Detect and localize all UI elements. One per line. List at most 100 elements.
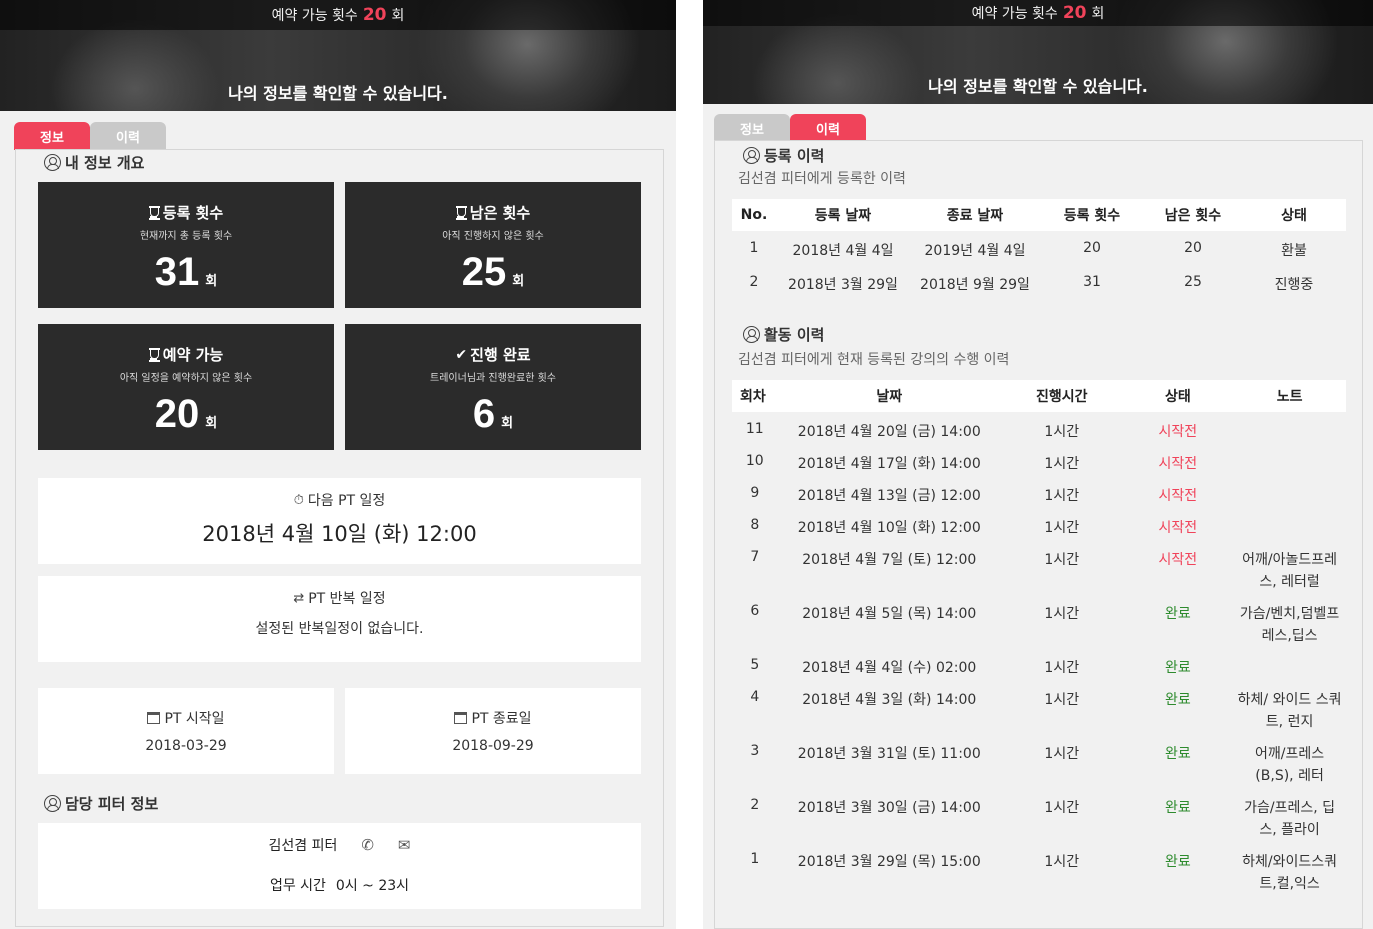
cell-date: 2018년 4월 10일 (화) 12:00: [797, 520, 981, 536]
tab-info[interactable]: 정보: [14, 122, 90, 150]
activity-title: 활동 이력: [743, 324, 824, 345]
col-header: 등록 횟수: [1063, 208, 1121, 224]
cell-date: 2018년 4월 5일 (목) 14:00: [802, 606, 977, 622]
cell-date: 2018년 3월 30일 (금) 14:00: [797, 800, 981, 816]
col-header: 상태: [1164, 389, 1191, 405]
table-row: 4 2018년 4월 3일 (화) 14:00 1시간 완료 하체/ 와이드 스쿼트, …: [732, 680, 1346, 734]
stat-title: 남은 횟수: [469, 204, 531, 222]
hero-subtitle: 나의 정보를 확인할 수 있습니다.: [928, 77, 1148, 96]
cell: 20: [1083, 240, 1101, 256]
history-content: 등록 이력 김선겸 피터에게 등록한 이력 No. 등록 날짜 종료 날짜 등록…: [714, 140, 1363, 929]
cell-no: 8: [750, 517, 760, 533]
check-icon: ✔: [455, 346, 468, 363]
stat-unit: 회: [205, 416, 218, 431]
cell-duration: 1시간: [1044, 456, 1080, 472]
hero-banner: 예약 가능 횟수 20 회 나의 정보를 확인할 수 있습니다.: [0, 0, 676, 111]
table-row: 1 2018년 4월 4일 2019년 4월 4일 20 20 환불: [732, 231, 1346, 265]
cell-note: 어깨/프레스(B,S), 레터: [1255, 746, 1325, 784]
work-hours-label: 업무 시간: [269, 878, 326, 894]
cell: 2019년 4월 4일: [924, 243, 1026, 259]
hero-banner: 예약 가능 횟수 20 회 나의 정보를 확인할 수 있습니다.: [703, 0, 1373, 104]
table-row: 10 2018년 4월 17일 (화) 14:00 1시간 시작전: [732, 444, 1346, 476]
col-header: 등록 날짜: [814, 208, 872, 224]
stat-unit: 회: [501, 416, 514, 431]
table-row: 11 2018년 4월 20일 (금) 14:00 1시간 시작전: [732, 412, 1346, 444]
cell-no: 2: [750, 797, 760, 813]
stat-remaining: 남은 횟수 아직 진행하지 않은 횟수 25 회: [345, 182, 641, 308]
col-header: No.: [740, 207, 768, 223]
registration-title-text: 등록 이력: [764, 147, 825, 165]
registration-desc: 김선겸 피터에게 등록한 이력: [738, 171, 906, 187]
registration-title: 등록 이력: [743, 145, 824, 166]
cell-duration: 1시간: [1044, 746, 1080, 762]
available-count-bar: 예약 가능 횟수 20 회: [0, 0, 676, 30]
hourglass-icon: [148, 347, 160, 362]
cell-duration: 1시간: [1044, 520, 1080, 536]
pt-end-label: PT 종료일: [471, 711, 532, 727]
stat-unit: 회: [512, 274, 525, 289]
cell-status: 완료: [1164, 800, 1191, 816]
stat-title: 예약 가능: [162, 346, 224, 364]
tab-history[interactable]: 이력: [90, 122, 166, 150]
user-circle-icon: [743, 147, 760, 164]
stat-title: 등록 횟수: [162, 204, 224, 222]
cell-note: [1233, 476, 1346, 508]
cell-no: 10: [745, 453, 764, 469]
tab-bar: 정보 이력: [14, 122, 166, 150]
stat-desc: 아직 일정을 예약하지 않은 횟수: [119, 373, 253, 384]
stat-registered: 등록 횟수 현재까지 총 등록 횟수 31 회: [38, 182, 334, 308]
available-label: 예약 가능 횟수: [271, 8, 358, 24]
cell: 환불: [1281, 243, 1307, 259]
cell-status: 시작전: [1158, 520, 1198, 536]
activity-desc: 김선겸 피터에게 현재 등록된 강의의 수행 이력: [738, 352, 1010, 368]
cell: 진행중: [1274, 277, 1314, 293]
pt-end-value: 2018-09-29: [452, 738, 534, 754]
cell-note: 하체/와이드스쿼트,컬,익스: [1242, 854, 1338, 892]
user-circle-icon: [44, 154, 61, 171]
tab-info[interactable]: 정보: [714, 114, 790, 142]
available-count: 20: [1062, 3, 1087, 23]
stat-unit: 회: [205, 274, 218, 289]
stat-desc: 아직 진행하지 않은 횟수: [442, 231, 544, 242]
trainer-title-text: 담당 피터 정보: [65, 795, 159, 813]
repeat-pt-card: ⇄ PT 반복 일정 설정된 반복일정이 없습니다.: [38, 576, 641, 662]
available-unit: 회: [391, 8, 405, 24]
cell-note: 가슴/프레스, 딥스, 플라이: [1244, 800, 1336, 838]
cell-date: 2018년 4월 13일 (금) 12:00: [797, 488, 981, 504]
trainer-title: 담당 피터 정보: [44, 793, 158, 814]
col-header: 회차: [740, 389, 766, 405]
table-row: 2 2018년 3월 30일 (금) 14:00 1시간 완료 가슴/프레스, 딥스, …: [732, 788, 1346, 842]
cell-note: 가슴/벤치,덤벨프레스,딥스: [1239, 606, 1340, 644]
cell-date: 2018년 3월 31일 (토) 11:00: [797, 746, 981, 762]
cell-status: 시작전: [1158, 424, 1198, 440]
stat-completed: ✔ 진행 완료 트레이너님과 진행완료한 횟수 6회: [345, 324, 641, 450]
cell-date: 2018년 4월 3일 (화) 14:00: [802, 692, 977, 708]
pt-end-card: PT 종료일 2018-09-29: [345, 688, 641, 774]
registration-header-row: No. 등록 날짜 종료 날짜 등록 횟수 남은 횟수 상태: [732, 199, 1346, 231]
tab-history[interactable]: 이력: [790, 114, 866, 142]
repeat-pt-label: PT 반복 일정: [308, 591, 386, 607]
stopwatch-icon: ⏱: [293, 492, 304, 508]
cell-duration: 1시간: [1044, 606, 1080, 622]
cell-note: 어깨/아놀드프레스, 레터럴: [1242, 552, 1338, 590]
cell-date: 2018년 3월 29일 (목) 15:00: [797, 854, 981, 870]
calendar-icon: [147, 712, 161, 724]
phone-icon[interactable]: ✆: [361, 836, 374, 854]
tab-bar: 정보 이력: [714, 114, 866, 142]
cell: 31: [1083, 274, 1101, 290]
cell-date: 2018년 4월 7일 (토) 12:00: [802, 552, 977, 568]
cell-duration: 1시간: [1044, 488, 1080, 504]
overview-title-text: 내 정보 개요: [65, 154, 145, 172]
mail-icon[interactable]: ✉: [398, 836, 411, 854]
col-header: 진행시간: [1035, 389, 1088, 405]
activity-header-row: 회차 날짜 진행시간 상태 노트: [732, 380, 1346, 412]
cell-status: 완료: [1164, 660, 1191, 676]
table-row: 5 2018년 4월 4일 (수) 02:00 1시간 완료: [732, 648, 1346, 680]
hourglass-icon: [148, 205, 160, 220]
user-circle-icon: [743, 326, 760, 343]
cell-no: 4: [750, 689, 760, 705]
cell-duration: 1시간: [1044, 660, 1080, 676]
table-row: 3 2018년 3월 31일 (토) 11:00 1시간 완료 어깨/프레스(B,S),…: [732, 734, 1346, 788]
cell-duration: 1시간: [1044, 854, 1080, 870]
stat-desc: 현재까지 총 등록 횟수: [139, 231, 233, 242]
